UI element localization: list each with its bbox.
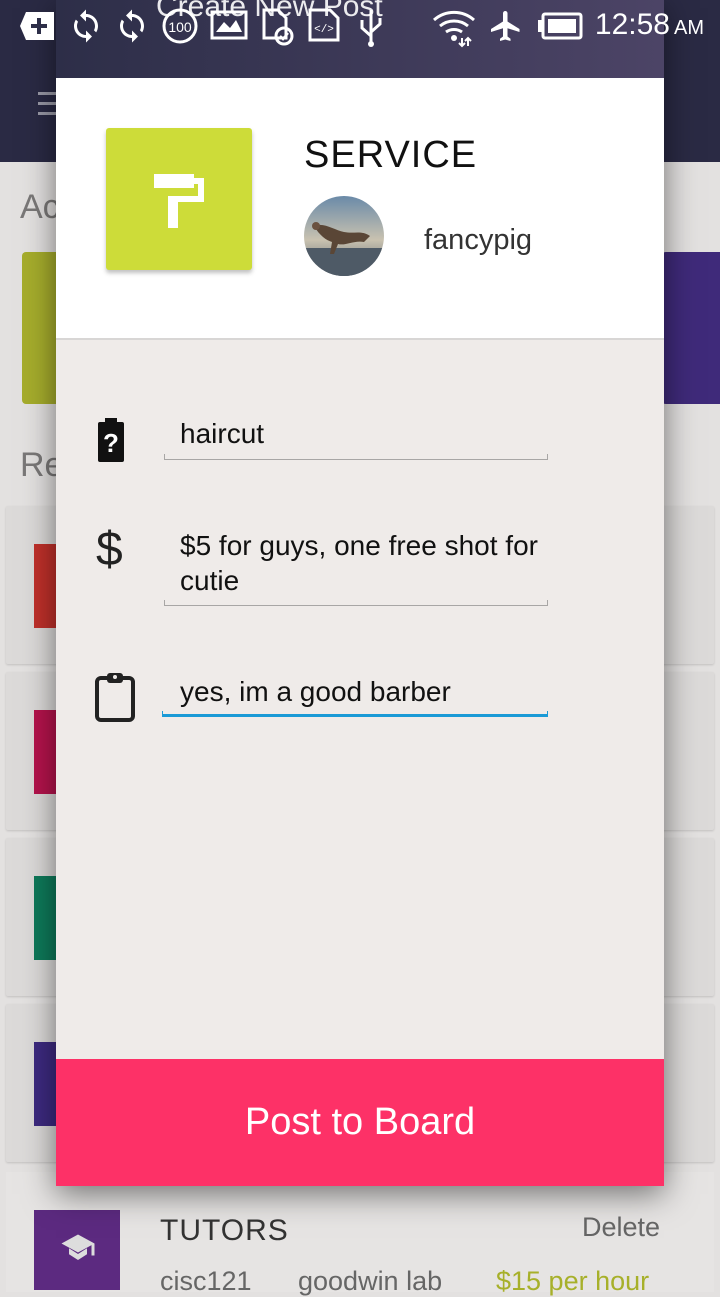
title-field: ? haircut [56, 400, 664, 466]
description-field: yes, im a good barber [56, 660, 664, 726]
username: fancypig [424, 224, 533, 256]
list-item-swatch [34, 710, 56, 794]
active-card-right[interactable] [660, 252, 720, 404]
wifi-icon [433, 10, 475, 48]
battery-unknown-icon: ? [98, 418, 124, 462]
title-input[interactable]: haircut [180, 416, 264, 451]
description-input[interactable]: yes, im a good barber [180, 674, 451, 709]
tutor-category-tile [34, 1210, 120, 1290]
delete-button[interactable]: Delete [582, 1212, 660, 1243]
list-item-title: TUTORS [160, 1214, 289, 1247]
battery-full-icon [538, 12, 583, 40]
status-time-ampm: AM [674, 17, 704, 39]
status-time: 12:58 AM [595, 8, 704, 42]
list-item-location: goodwin lab [298, 1266, 443, 1296]
status-bar: 100 </> 12:58 AM Create New Post [0, 0, 720, 52]
description-input-underline [162, 711, 548, 717]
avatar-image [304, 196, 384, 276]
price-input[interactable]: $5 for guys, one free shot for cutie [180, 528, 540, 598]
price-field: $ $5 for guys, one free shot for cutie [56, 512, 664, 612]
list-item-swatch [34, 1042, 56, 1126]
category-title: SERVICE [304, 134, 478, 176]
svg-text:</>: </> [314, 24, 334, 36]
status-time-value: 12:58 [594, 8, 670, 41]
clipboard-icon [95, 673, 135, 722]
list-item-tutors[interactable]: TUTORS Delete cisc121 goodwin lab $15 pe… [6, 1172, 714, 1296]
list-item-subtitle: cisc121 [160, 1266, 252, 1296]
svg-text:?: ? [103, 428, 119, 458]
list-item-swatch [34, 544, 56, 628]
airplane-icon [491, 11, 520, 41]
list-item-swatch [34, 876, 56, 960]
section-title-active: Ac [20, 188, 60, 226]
title-input-underline [164, 454, 548, 460]
dialog-header: SERVICE fancypig [56, 78, 664, 340]
avatar[interactable] [304, 196, 384, 276]
list-item-price: $15 per hour [496, 1266, 650, 1296]
toolbar-title: Create New Post [156, 0, 383, 23]
price-input-underline [164, 600, 548, 606]
post-to-board-button[interactable]: Post to Board [56, 1059, 664, 1186]
dollar-icon: $ [96, 523, 123, 576]
paint-roller-icon [154, 174, 204, 228]
sync-icon [73, 9, 99, 43]
tutor-icon [61, 1234, 95, 1260]
category-tile[interactable] [106, 128, 252, 270]
add-box-icon [20, 12, 54, 40]
create-post-dialog: SERVICE fancypig ? haircut $ $5 for guys… [56, 0, 664, 1186]
sync-icon [119, 9, 145, 43]
